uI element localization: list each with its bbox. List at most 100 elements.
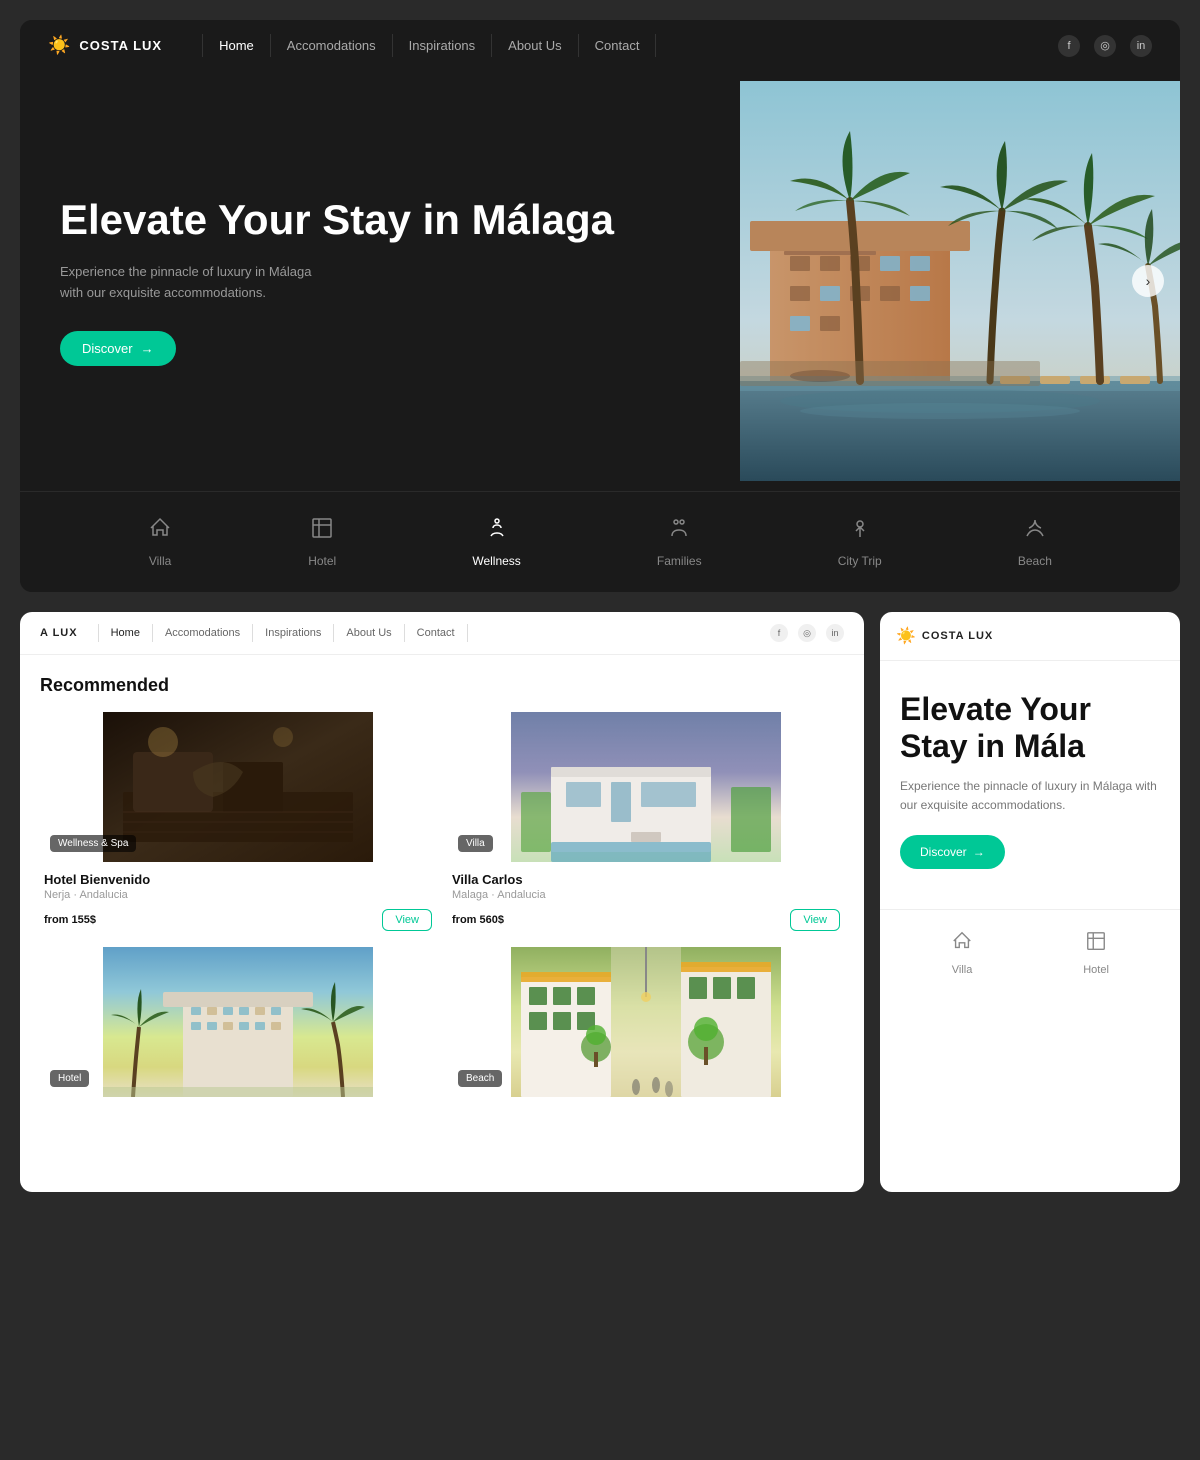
villa-carlos-price: from 560$ [452, 914, 504, 926]
recommended-section: Recommended [20, 655, 864, 1117]
card-badge-hotel: Hotel [50, 1070, 89, 1087]
families-icon [667, 516, 691, 546]
category-families[interactable]: Families [657, 516, 702, 568]
mobile-category-villa[interactable]: Villa [951, 930, 973, 976]
hotel-label: Hotel [308, 554, 336, 568]
white-nav-home[interactable]: Home [98, 624, 153, 642]
mobile-hero-title: Elevate YourStay in Mála [900, 691, 1160, 765]
hero-left: Elevate Your Stay in Málaga Experience t… [20, 71, 740, 491]
white-instagram-icon[interactable]: ◎ [798, 624, 816, 642]
mobile-window: ☀️ COSTA LUX Elevate YourStay in Mála Ex… [880, 612, 1180, 1192]
hero-image: › [740, 71, 1180, 491]
arrow-icon: → [141, 341, 154, 356]
hotel-bienvenido-location: Nerja · Andalucia [44, 889, 432, 901]
mobile-discover-button[interactable]: Discover → [900, 835, 1005, 869]
mobile-categories: Villa Hotel [880, 909, 1180, 992]
card-image-wellness: Wellness & Spa [40, 712, 436, 862]
mobile-navbar: ☀️ COSTA LUX [880, 612, 1180, 661]
city-trip-icon [848, 516, 872, 546]
recommended-title: Recommended [40, 675, 844, 696]
carousel-next-button[interactable]: › [1132, 265, 1164, 297]
nav-about[interactable]: About Us [492, 34, 578, 57]
villa-icon [148, 516, 172, 546]
families-label: Families [657, 554, 702, 568]
wellness-label: Wellness [472, 554, 520, 568]
nav-contact[interactable]: Contact [579, 34, 657, 57]
villa-carlos-footer: from 560$ View [452, 909, 840, 931]
mobile-brand-name: COSTA LUX [922, 630, 993, 642]
mobile-hotel-label: Hotel [1083, 964, 1109, 976]
category-hotel[interactable]: Hotel [308, 516, 336, 568]
nav-accommodations[interactable]: Accomodations [271, 34, 393, 57]
mobile-hero: Elevate YourStay in Mála Experience the … [880, 661, 1180, 889]
navbar: ☀️ COSTA LUX Home Accomodations Inspirat… [20, 20, 1180, 71]
hotel-bienvenido-view-button[interactable]: View [382, 909, 432, 931]
wellness-icon [485, 516, 509, 546]
hotel-bienvenido-name: Hotel Bienvenido [44, 872, 432, 887]
mobile-hero-subtitle: Experience the pinnacle of luxury in Mál… [900, 777, 1160, 815]
property-card-villa-carlos: Villa Villa Carlos Malaga · Andalucia fr… [448, 712, 844, 935]
facebook-icon[interactable]: f [1058, 35, 1080, 57]
card-badge-villa: Villa [458, 835, 493, 852]
villa-label: Villa [149, 554, 171, 568]
property-card-hotel-bienvenido: Wellness & Spa Hotel Bienvenido Nerja · … [40, 712, 436, 935]
city-trip-label: City Trip [838, 554, 882, 568]
mobile-hotel-icon [1085, 930, 1107, 958]
white-nav-social: f ◎ in [770, 624, 844, 642]
card-info-villa-carlos: Villa Carlos Malaga · Andalucia from 560… [448, 862, 844, 935]
linkedin-icon[interactable]: in [1130, 35, 1152, 57]
hero-section: Elevate Your Stay in Málaga Experience t… [20, 71, 1180, 491]
category-villa[interactable]: Villa [148, 516, 172, 568]
hero-subtitle: Experience the pinnacle of luxury in Mál… [60, 262, 320, 304]
card-image-hotel-palms: Hotel [40, 947, 436, 1097]
white-logo: A LUX [40, 627, 78, 639]
categories-bar: Villa Hotel Wellness Families City Trip [20, 491, 1180, 592]
hotel-bienvenido-footer: from 155$ View [44, 909, 432, 931]
nav-social: f ◎ in [1058, 35, 1152, 57]
category-wellness[interactable]: Wellness [472, 516, 520, 568]
card-badge-wellness: Wellness & Spa [50, 835, 136, 852]
white-linkedin-icon[interactable]: in [826, 624, 844, 642]
villa-carlos-location: Malaga · Andalucia [452, 889, 840, 901]
mobile-villa-icon [951, 930, 973, 958]
card-image-villa: Villa [448, 712, 844, 862]
hotel-icon [310, 516, 334, 546]
logo[interactable]: ☀️ COSTA LUX [48, 35, 162, 56]
category-city-trip[interactable]: City Trip [838, 516, 882, 568]
white-nav-about[interactable]: About Us [334, 624, 404, 642]
nav-inspirations[interactable]: Inspirations [393, 34, 492, 57]
logo-icon: ☀️ [48, 35, 71, 56]
bottom-section: A LUX Home Accomodations Inspirations Ab… [0, 612, 1200, 1212]
mobile-arrow-icon: → [973, 845, 985, 859]
white-nav-inspirations[interactable]: Inspirations [253, 624, 334, 642]
card-info-bienvenido: Hotel Bienvenido Nerja · Andalucia from … [40, 862, 436, 935]
main-window: ☀️ COSTA LUX Home Accomodations Inspirat… [20, 20, 1180, 592]
white-navbar: A LUX Home Accomodations Inspirations Ab… [20, 612, 864, 655]
villa-carlos-name: Villa Carlos [452, 872, 840, 887]
hero-title: Elevate Your Stay in Málaga [60, 196, 700, 244]
white-facebook-icon[interactable]: f [770, 624, 788, 642]
white-nav-contact[interactable]: Contact [405, 624, 468, 642]
instagram-icon[interactable]: ◎ [1094, 35, 1116, 57]
white-nav-accommodations[interactable]: Accomodations [153, 624, 253, 642]
card-image-beach-street: Beach [448, 947, 844, 1097]
white-window: A LUX Home Accomodations Inspirations Ab… [20, 612, 864, 1192]
mobile-category-hotel[interactable]: Hotel [1083, 930, 1109, 976]
property-cards-grid: Wellness & Spa Hotel Bienvenido Nerja · … [40, 712, 844, 1097]
nav-home[interactable]: Home [202, 34, 271, 57]
property-card-hotel-palms: Hotel [40, 947, 436, 1097]
white-nav-links: Home Accomodations Inspirations About Us… [98, 624, 770, 642]
card-badge-beach: Beach [458, 1070, 502, 1087]
beach-icon [1023, 516, 1047, 546]
category-beach[interactable]: Beach [1018, 516, 1052, 568]
property-card-beach-street: Beach [448, 947, 844, 1097]
villa-carlos-view-button[interactable]: View [790, 909, 840, 931]
brand-name: COSTA LUX [79, 38, 162, 53]
discover-button[interactable]: Discover → [60, 331, 176, 366]
mobile-villa-label: Villa [952, 964, 973, 976]
nav-links: Home Accomodations Inspirations About Us… [202, 34, 1058, 57]
hotel-bienvenido-price: from 155$ [44, 914, 96, 926]
hero-illustration [740, 71, 1180, 491]
beach-label: Beach [1018, 554, 1052, 568]
mobile-logo-icon: ☀️ [896, 626, 916, 646]
